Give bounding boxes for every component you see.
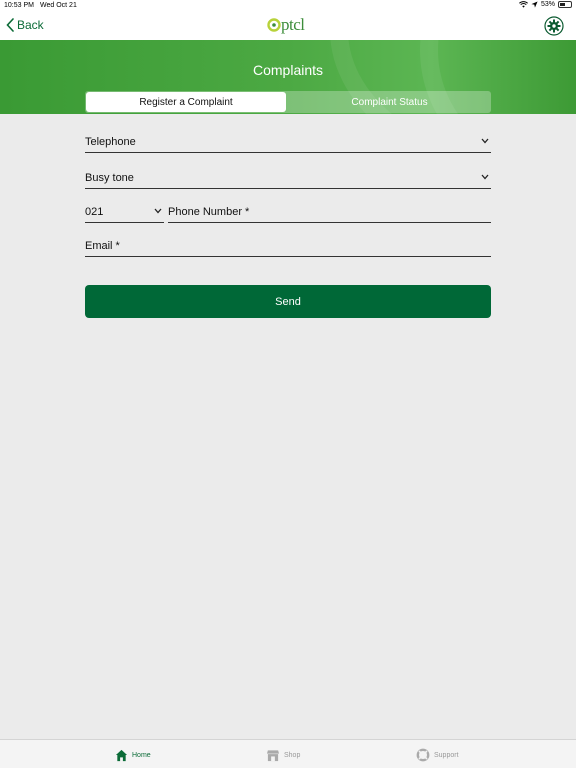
status-date: Wed Oct 21 <box>40 2 77 9</box>
battery-percent: 53% <box>540 1 555 8</box>
logo-text: ptcl <box>281 15 305 34</box>
back-button[interactable]: Back <box>6 15 44 35</box>
tab-complaint-status[interactable]: Complaint Status <box>288 91 491 113</box>
tab-bar-home-label: Home <box>132 751 151 759</box>
segmented-tabs: Register a Complaint Complaint Status <box>85 91 491 113</box>
send-button[interactable]: Send <box>85 285 491 318</box>
gear-icon <box>544 16 564 36</box>
chevron-down-icon <box>481 174 489 180</box>
location-arrow-icon <box>531 1 538 8</box>
ptcl-logo: ptcl <box>267 15 305 35</box>
tab-bar-home[interactable]: Home <box>115 747 151 763</box>
page-title: Complaints <box>252 62 324 78</box>
shop-icon <box>266 749 280 761</box>
wifi-icon <box>519 1 528 8</box>
lifebuoy-icon <box>416 748 430 762</box>
service-select[interactable]: Telephone <box>85 132 491 153</box>
chevron-down-icon <box>154 208 162 214</box>
email-field[interactable]: Email * <box>85 236 491 257</box>
complaint-type-select[interactable]: Busy tone <box>85 168 491 189</box>
tab-bar-shop[interactable]: Shop <box>266 747 300 763</box>
back-label: Back <box>17 18 44 32</box>
battery-icon <box>558 1 572 8</box>
tab-bar-shop-label: Shop <box>284 751 301 759</box>
navigation-bar: Back ptcl <box>0 12 576 40</box>
service-value: Telephone <box>85 136 136 148</box>
tab-bar-support-label: Support <box>434 751 459 759</box>
phone-number-label: Phone Number * <box>168 206 250 218</box>
complaint-type-value: Busy tone <box>85 172 134 184</box>
settings-button[interactable] <box>544 16 564 36</box>
bottom-tab-bar: Home Shop Support <box>0 739 576 768</box>
logo-ring-icon <box>267 18 281 32</box>
status-time: 10:53 PM <box>4 2 34 9</box>
chevron-left-icon <box>6 18 14 32</box>
page-header: Complaints Register a Complaint Complain… <box>0 40 576 114</box>
chevron-down-icon <box>481 138 489 144</box>
status-bar: 10:53 PM Wed Oct 21 53% <box>0 0 576 12</box>
battery-fill <box>560 3 566 6</box>
area-code-value: 021 <box>85 206 104 218</box>
area-code-select[interactable]: 021 <box>85 202 164 223</box>
phone-number-field[interactable]: Phone Number * <box>168 202 491 223</box>
home-icon <box>115 749 128 761</box>
status-right: 53% <box>519 1 572 8</box>
email-label: Email * <box>85 240 120 252</box>
tab-register-complaint[interactable]: Register a Complaint <box>86 92 286 112</box>
tab-bar-support[interactable]: Support <box>416 747 459 763</box>
